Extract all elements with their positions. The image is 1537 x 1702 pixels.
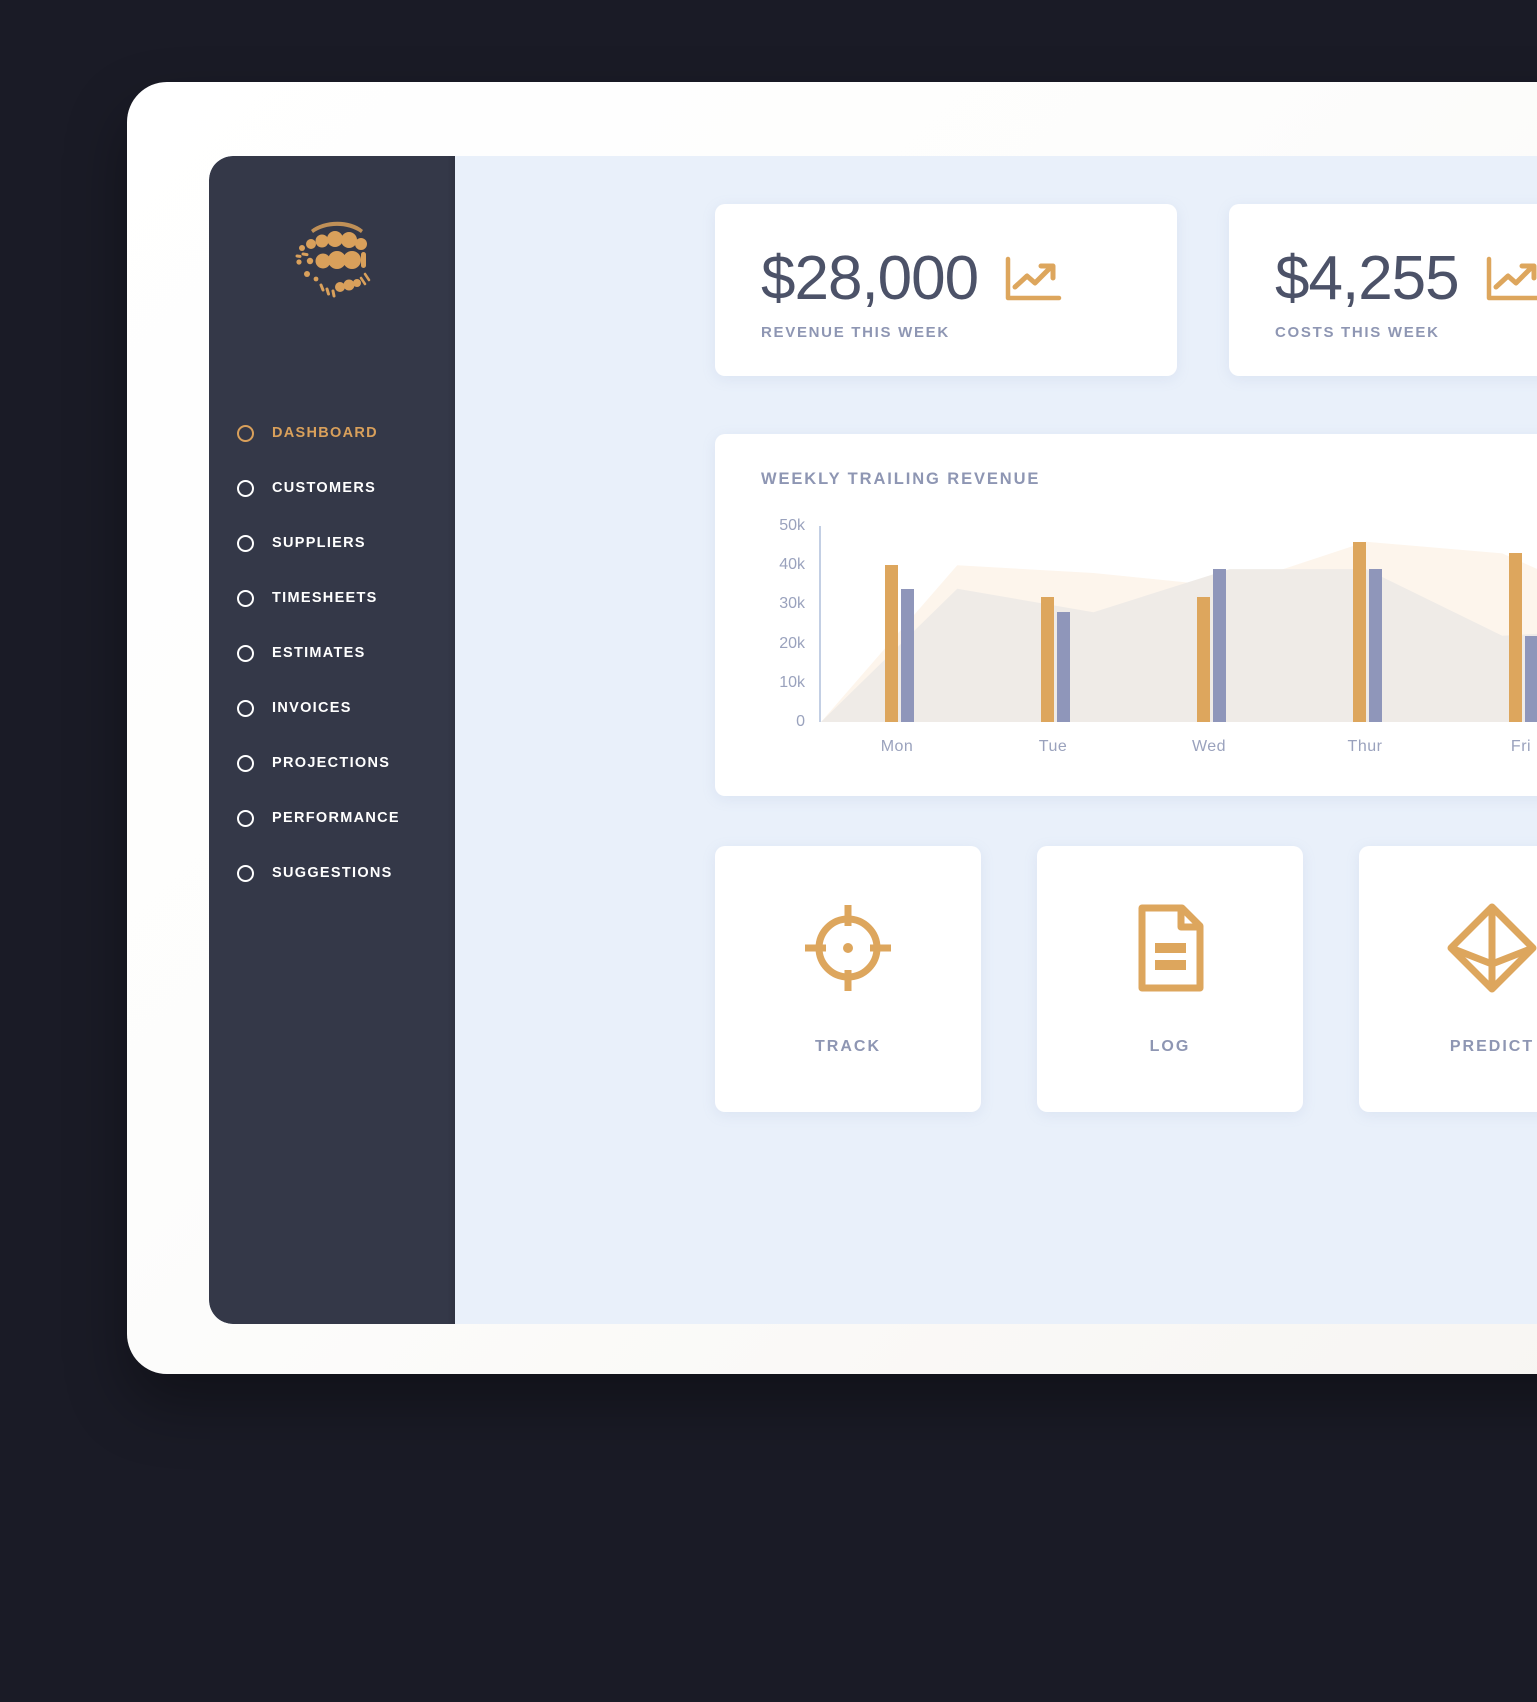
stat-value-row: $4,255 [1275, 248, 1537, 310]
chart-y-tick: 50k [779, 517, 805, 534]
chart-bar [884, 565, 898, 722]
sidebar-item-projections[interactable]: PROJECTIONS [209, 748, 455, 778]
stat-value: $28,000 [761, 244, 979, 313]
chart-bar [1368, 569, 1382, 722]
chart-y-tick: 0 [796, 713, 805, 730]
sidebar-item-invoices[interactable]: INVOICES [209, 693, 455, 723]
chart-y-tick: 20k [779, 634, 805, 652]
sidebar: DASHBOARD CUSTOMERS SUPPLIERS TIMESHEETS [209, 156, 455, 1324]
chart-bar [1196, 596, 1210, 722]
sidebar-item-suggestions[interactable]: SUGGESTIONS [209, 858, 455, 888]
ring-icon [237, 699, 254, 717]
sidebar-item-customers[interactable]: CUSTOMERS [209, 473, 455, 503]
chart-bar [900, 588, 914, 722]
chart-bar [1508, 553, 1522, 722]
sidebar-item-label: PERFORMANCE [272, 810, 400, 826]
chart-y-axis: 50k 40k 30k 20k 10k 0 [761, 517, 805, 730]
ring-icon [237, 589, 254, 607]
sidebar-nav-list: DASHBOARD CUSTOMERS SUPPLIERS TIMESHEETS [209, 418, 455, 913]
stat-card-body: $4,255 COSTS THIS WEEK [1275, 248, 1537, 341]
chart-x-tick: Tue [1038, 738, 1068, 755]
laptop-device-frame: DASHBOARD CUSTOMERS SUPPLIERS TIMESHEETS [127, 82, 1537, 1374]
diamond-prism-icon [1446, 902, 1537, 994]
sidebar-item-performance[interactable]: PERFORMANCE [209, 803, 455, 833]
chart-x-tick: Mon [880, 738, 914, 755]
stat-card-costs: $4,255 COSTS THIS WEEK [1229, 204, 1537, 376]
sidebar-item-label: SUGGESTIONS [272, 865, 393, 881]
action-card-label: PREDICT [1449, 1038, 1535, 1055]
globe-dots-logo-icon [277, 204, 387, 314]
crosshair-target-icon [802, 902, 894, 994]
chart-bar [1056, 612, 1070, 722]
weekly-revenue-chart-card: WEEKLY TRAILING REVENUE 50k 40k 30k 20k 10k 0… [715, 434, 1537, 796]
ring-icon [237, 754, 254, 772]
sidebar-item-label: INVOICES [272, 700, 352, 716]
sidebar-item-suppliers[interactable]: SUPPLIERS [209, 528, 455, 558]
ring-icon [237, 479, 254, 497]
chart-bar [1524, 635, 1537, 722]
action-card-label: TRACK [815, 1038, 881, 1055]
sidebar-item-label: DASHBOARD [272, 425, 378, 441]
sidebar-item-estimates[interactable]: ESTIMATES [209, 638, 455, 668]
chart-area: 50k40k30k20k10k0 MonTueWedThurFriSatSun [761, 517, 1537, 766]
action-card-predict[interactable]: PREDICT [1359, 846, 1537, 1112]
sidebar-item-label: TIMESHEETS [272, 590, 378, 606]
chart-x-tick: Thur [1347, 738, 1383, 755]
sidebar-item-label: SUPPLIERS [272, 535, 366, 551]
stat-card-revenue: $28,000 REVENUE THIS WEEK [715, 204, 1177, 376]
chart-y-tick: 40k [779, 556, 805, 574]
stat-label: COSTS THIS WEEK [1275, 324, 1440, 341]
ring-icon [237, 424, 254, 442]
screenshot-root: DASHBOARD CUSTOMERS SUPPLIERS TIMESHEETS [0, 0, 1537, 1702]
chart-x-tick: Fri [1510, 738, 1532, 755]
chart-bar [1352, 541, 1366, 722]
ring-icon [237, 644, 254, 662]
chart-plot-inner [821, 526, 1537, 722]
ring-icon [237, 534, 254, 552]
ring-icon [237, 864, 254, 882]
chart-bar [1212, 569, 1226, 722]
chart-bar [1040, 596, 1054, 722]
chart-title: WEEKLY TRAILING REVENUE [761, 470, 1041, 488]
action-card-label: LOG [1149, 1038, 1191, 1055]
sidebar-item-label: ESTIMATES [272, 645, 366, 661]
action-card-track[interactable]: TRACK [715, 846, 981, 1112]
stat-value: $4,255 [1275, 244, 1460, 313]
trend-up-chart-icon [1004, 256, 1062, 302]
sidebar-item-label: PROJECTIONS [272, 755, 391, 771]
main-content: $28,000 REVENUE THIS WEEK $4,255 COSTS T… [455, 156, 1537, 1324]
stat-label: REVENUE THIS WEEK [761, 324, 950, 341]
chart-y-tick: 10k [779, 673, 805, 691]
chart-y-tick: 30k [779, 595, 805, 613]
chart-area-layers [821, 541, 1537, 722]
chart-x-tick: Wed [1191, 738, 1227, 755]
sidebar-item-timesheets[interactable]: TIMESHEETS [209, 583, 455, 613]
chart-x-axis: MonTueWedThurFriSatSun [819, 738, 1537, 762]
stat-value-row: $28,000 [761, 248, 1062, 310]
sidebar-item-dashboard[interactable]: DASHBOARD [209, 418, 455, 448]
app-screen: DASHBOARD CUSTOMERS SUPPLIERS TIMESHEETS [209, 156, 1537, 1324]
ring-icon [237, 809, 254, 827]
action-card-log[interactable]: LOG [1037, 846, 1303, 1112]
sidebar-item-label: CUSTOMERS [272, 480, 377, 496]
chart-plot [819, 526, 1537, 722]
trend-up-chart-icon [1485, 256, 1537, 302]
stat-card-body: $28,000 REVENUE THIS WEEK [761, 248, 1062, 341]
document-lines-icon [1124, 902, 1216, 994]
